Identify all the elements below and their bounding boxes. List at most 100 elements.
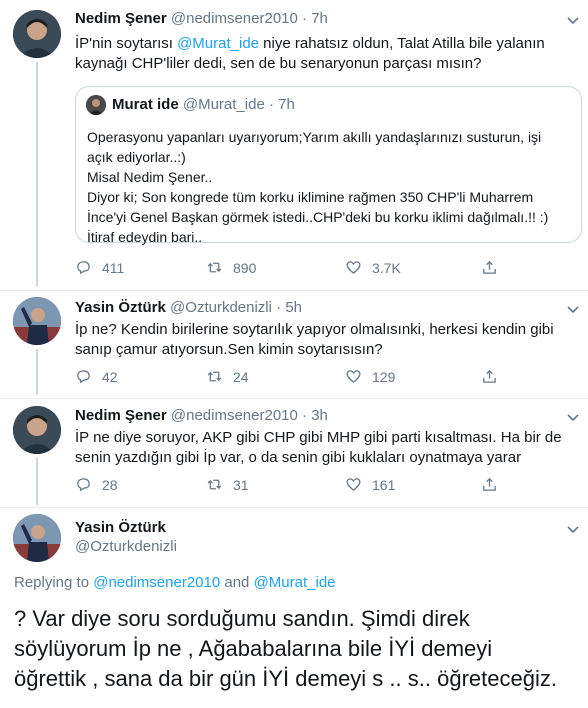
like-count: 3.7K (372, 259, 401, 276)
author-handle[interactable]: @nedimsener2010 (171, 407, 298, 424)
like-count: 129 (372, 368, 396, 385)
avatar-yasin-ozturk[interactable] (13, 514, 61, 562)
tweet-time[interactable]: 7h (311, 10, 328, 27)
tweet-text-line: sanıp çamur atıyorsun.Sen kimin soytarıs… (75, 341, 383, 358)
author-handle[interactable]: @nedimsener2010 (171, 10, 298, 27)
tweet-text-line: senin yazdığın gibi İp var, o da senin g… (75, 449, 522, 466)
tweet-text: İp ne? Kendin birilerine soytarılık yapı… (75, 320, 575, 360)
caret-down-icon[interactable] (566, 13, 580, 27)
retweet-count: 24 (233, 368, 249, 385)
retweet-icon (207, 262, 222, 273)
reply-button[interactable]: 42 (75, 368, 118, 385)
quote-line: Misal Nedim Şener.. (87, 169, 213, 185)
like-button[interactable]: 161 (345, 476, 395, 493)
replying-prefix: Replying to (14, 574, 94, 591)
quote-header: Murat ide @Murat_ide · 7h (112, 96, 295, 113)
share-button[interactable] (481, 368, 498, 385)
caret-down-icon[interactable] (566, 410, 580, 424)
retweet-icon (207, 371, 222, 382)
quote-line: Operasyonu yapanları uyarıyorum;Yarım ak… (87, 129, 542, 145)
main-tweet-text: ? Var diye soru sorduğumu sandın. Şimdi … (14, 604, 584, 694)
avatar-murat-ide (86, 95, 106, 115)
tweet-header: Yasin Öztürk @Ozturkdenizli · 5h (75, 299, 302, 316)
avatar-nedim-sener[interactable] (13, 406, 61, 454)
quote-author-handle: @Murat_ide (182, 96, 265, 113)
tweet-time[interactable]: 3h (311, 407, 328, 424)
tweet-text-line: ? Var diye soru sorduğumu sandın. Şimdi … (14, 606, 470, 631)
author-handle[interactable]: @Ozturkdenizli (170, 299, 272, 316)
tweet-text-prefix: İP'nin soytarısı (75, 35, 178, 52)
quote-line: İnce'yi Genel Başkan görmek istedi..CHP'… (87, 209, 549, 225)
tweet-text-suffix: niye rahatsız oldun, Talat Atilla bile y… (259, 35, 545, 52)
quote-line: açık ediyorlar..:) (87, 149, 186, 165)
quote-line: İtiraf edeydin bari.. (87, 229, 203, 245)
tweet-text: İP ne diye soruyor, AKP gibi CHP gibi MH… (75, 428, 575, 468)
quote-author-name: Murat ide (112, 96, 179, 113)
like-icon (346, 478, 361, 491)
reply-button[interactable]: 411 (75, 259, 124, 276)
separator-dot: · (302, 10, 308, 27)
main-tweet[interactable]: Yasin Öztürk @Ozturkdenizli Replying to … (0, 508, 588, 708)
reply-count: 28 (102, 476, 118, 493)
share-icon (483, 477, 496, 491)
mention-link[interactable]: @nedimsener2010 (93, 574, 220, 591)
separator-dot: · (302, 407, 308, 424)
share-button[interactable] (481, 476, 498, 493)
tweet-text-line: İP ne diye soruyor, AKP gibi CHP gibi MH… (75, 429, 562, 446)
thread-line (36, 458, 38, 505)
reply-icon (77, 478, 90, 492)
like-button[interactable]: 3.7K (345, 259, 401, 276)
thread-line (36, 349, 38, 395)
share-icon (483, 260, 496, 274)
quote-line: Diyor ki; Son kongrede tüm korku iklimin… (87, 189, 534, 205)
retweet-button[interactable]: 31 (206, 476, 249, 493)
separator-dot: · (276, 299, 282, 316)
tweet-actions: 28 31 161 (75, 476, 505, 496)
like-count: 161 (372, 476, 396, 493)
mention-link[interactable]: @Murat_ide (254, 574, 336, 591)
retweet-icon (207, 479, 222, 490)
reply-count: 42 (102, 368, 118, 385)
retweet-button[interactable]: 890 (206, 259, 256, 276)
share-icon (483, 369, 496, 383)
tweet-text-line: öğrettik , sana da bir gün İYİ demeyi s … (14, 666, 557, 691)
tweet-text-line: İp ne? Kendin birilerine soytarılık yapı… (75, 321, 554, 338)
avatar-nedim-sener[interactable] (13, 10, 61, 58)
quote-time: 7h (278, 96, 295, 113)
author-name[interactable]: Nedim Şener (75, 407, 167, 424)
retweet-count: 31 (233, 476, 249, 493)
caret-down-icon[interactable] (566, 522, 580, 536)
like-icon (346, 370, 361, 383)
separator-dot: · (268, 96, 274, 113)
tweet-header: Nedim Şener @nedimsener2010 · 7h (75, 10, 328, 27)
like-button[interactable]: 129 (345, 368, 395, 385)
caret-down-icon[interactable] (566, 302, 580, 316)
quoted-tweet[interactable]: Murat ide @Murat_ide · 7h Operasyonu yap… (75, 86, 582, 245)
tweet-actions: 411 890 3.7K (75, 259, 505, 279)
reply-icon (77, 370, 90, 384)
author-name[interactable]: Yasin Öztürk (75, 299, 166, 316)
quote-text: Operasyonu yapanları uyarıyorum;Yarım ak… (87, 127, 577, 247)
retweet-button[interactable]: 24 (206, 368, 249, 385)
author-name[interactable]: Nedim Şener (75, 10, 167, 27)
like-icon (346, 261, 361, 274)
tweet-actions: 42 24 129 (75, 368, 505, 388)
mention-link[interactable]: @Murat_ide (177, 35, 259, 52)
tweet-header: Nedim Şener @nedimsener2010 · 3h (75, 407, 328, 424)
replying-to: Replying to @nedimsener2010 and @Murat_i… (14, 574, 336, 591)
reply-icon (77, 261, 90, 275)
tweet-3[interactable]: Nedim Şener @nedimsener2010 · 3h İP ne d… (0, 399, 588, 505)
tweet-time[interactable]: 5h (285, 299, 302, 316)
tweet-2[interactable]: Yasin Öztürk @Ozturkdenizli · 5h İp ne? … (0, 291, 588, 395)
tweet-1[interactable]: Nedim Şener @nedimsener2010 · 7h İP'nin … (0, 0, 588, 286)
author-name[interactable]: Yasin Öztürk (75, 519, 166, 536)
replying-and: and (220, 574, 254, 591)
tweet-text-line: kaynağı CHP'liler dedi, sen de bu senary… (75, 55, 482, 72)
tweet-text: İP'nin soytarısı @Murat_ide niye rahatsı… (75, 34, 575, 74)
author-handle[interactable]: @Ozturkdenizli (75, 538, 177, 555)
retweet-count: 890 (233, 259, 257, 276)
avatar-yasin-ozturk[interactable] (13, 297, 61, 345)
share-button[interactable] (481, 259, 498, 276)
reply-button[interactable]: 28 (75, 476, 118, 493)
tweet-text-line: söylüyorum İp ne , Ağababalarına bile İY… (14, 636, 493, 661)
